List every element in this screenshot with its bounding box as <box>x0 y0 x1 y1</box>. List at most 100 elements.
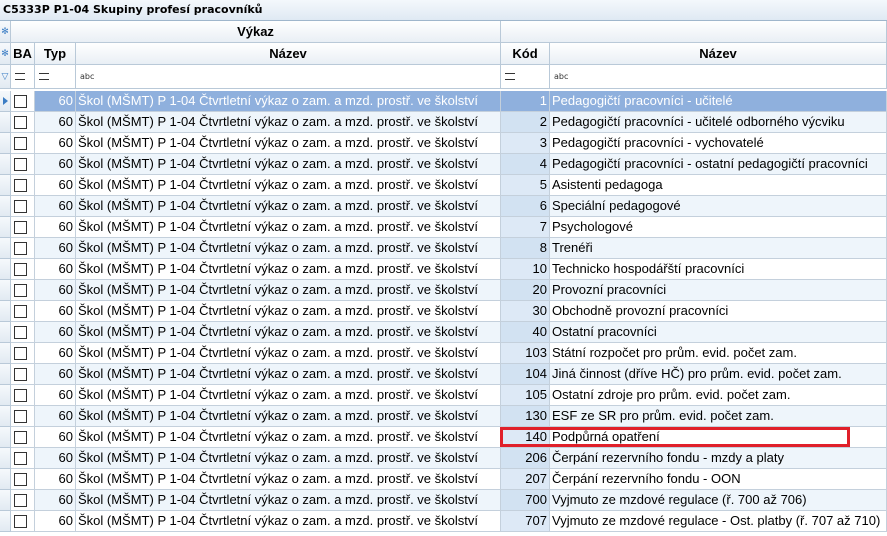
window-title: C5333P P1-04 Skupiny profesí pracovníků <box>3 3 263 16</box>
cell-kod: 105 <box>501 385 550 406</box>
filter-icon[interactable]: ▽ <box>0 65 11 89</box>
ba-checkbox[interactable] <box>14 326 27 339</box>
table-row[interactable]: 60 Škol (MŠMT) P 1-04 Čtvrtletní výkaz o … <box>0 343 887 364</box>
table-row[interactable]: 60 Škol (MŠMT) P 1-04 Čtvrtletní výkaz o … <box>0 427 887 448</box>
table-row[interactable]: 60 Škol (MŠMT) P 1-04 Čtvrtletní výkaz o … <box>0 196 887 217</box>
col-header-kod[interactable]: Kód <box>501 43 550 65</box>
row-indicator[interactable] <box>0 259 11 280</box>
col-header-ba[interactable]: BA <box>11 43 35 65</box>
ba-checkbox[interactable] <box>14 473 27 486</box>
row-indicator[interactable] <box>0 217 11 238</box>
cell-kod: 6 <box>501 196 550 217</box>
table-row[interactable]: 60 Škol (MŠMT) P 1-04 Čtvrtletní výkaz o … <box>0 238 887 259</box>
group-expand-icon[interactable]: ✻ <box>0 21 11 43</box>
table-row[interactable]: 60 Škol (MŠMT) P 1-04 Čtvrtletní výkaz o … <box>0 301 887 322</box>
row-indicator[interactable] <box>0 385 11 406</box>
ba-checkbox[interactable] <box>14 158 27 171</box>
row-indicator[interactable] <box>0 133 11 154</box>
table-row[interactable]: 60 Škol (MŠMT) P 1-04 Čtvrtletní výkaz o … <box>0 490 887 511</box>
table-row[interactable]: 60 Škol (MŠMT) P 1-04 Čtvrtletní výkaz o … <box>0 406 887 427</box>
table-row[interactable]: 60 Škol (MŠMT) P 1-04 Čtvrtletní výkaz o … <box>0 154 887 175</box>
ba-checkbox[interactable] <box>14 494 27 507</box>
filter-row: ▽ abc abc <box>0 65 887 89</box>
row-indicator[interactable] <box>0 238 11 259</box>
ba-checkbox[interactable] <box>14 200 27 213</box>
row-indicator[interactable] <box>0 343 11 364</box>
row-indicator[interactable] <box>0 448 11 469</box>
col-header-nazev[interactable]: Název <box>550 43 887 65</box>
filter-nazev-vykaz[interactable]: abc <box>76 65 501 89</box>
table-row[interactable]: 60 Škol (MŠMT) P 1-04 Čtvrtletní výkaz o … <box>0 364 887 385</box>
ba-checkbox[interactable] <box>14 242 27 255</box>
cell-kod: 30 <box>501 301 550 322</box>
cell-kod: 104 <box>501 364 550 385</box>
col-header-typ[interactable]: Typ <box>35 43 76 65</box>
cell-kod: 103 <box>501 343 550 364</box>
cell-ba <box>11 154 35 175</box>
cell-kod: 2 <box>501 112 550 133</box>
ba-checkbox[interactable] <box>14 389 27 402</box>
ba-checkbox[interactable] <box>14 116 27 129</box>
table-row[interactable]: 60 Škol (MŠMT) P 1-04 Čtvrtletní výkaz o … <box>0 175 887 196</box>
table-row[interactable]: 60 Škol (MŠMT) P 1-04 Čtvrtletní výkaz o … <box>0 91 887 112</box>
table-row[interactable]: 60 Škol (MŠMT) P 1-04 Čtvrtletní výkaz o … <box>0 511 887 532</box>
ba-checkbox[interactable] <box>14 305 27 318</box>
ba-checkbox[interactable] <box>14 368 27 381</box>
row-indicator[interactable] <box>0 427 11 448</box>
ba-checkbox[interactable] <box>14 137 27 150</box>
row-indicator[interactable] <box>0 301 11 322</box>
ba-checkbox[interactable] <box>14 452 27 465</box>
row-indicator[interactable] <box>0 469 11 490</box>
row-indicator[interactable] <box>0 112 11 133</box>
column-header-row: ✻ BA Typ Název Kód Název <box>0 43 887 65</box>
cell-kod: 206 <box>501 448 550 469</box>
column-chooser-icon[interactable]: ✻ <box>0 43 11 65</box>
row-indicator[interactable] <box>0 91 11 112</box>
row-indicator[interactable] <box>0 154 11 175</box>
row-indicator[interactable] <box>0 490 11 511</box>
table-row[interactable]: 60 Škol (MŠMT) P 1-04 Čtvrtletní výkaz o … <box>0 133 887 154</box>
table-row[interactable]: 60 Škol (MŠMT) P 1-04 Čtvrtletní výkaz o … <box>0 112 887 133</box>
table-row[interactable]: 60 Škol (MŠMT) P 1-04 Čtvrtletní výkaz o … <box>0 259 887 280</box>
filter-ba[interactable] <box>11 65 35 89</box>
ba-checkbox[interactable] <box>14 263 27 276</box>
cell-ba <box>11 469 35 490</box>
ba-checkbox[interactable] <box>14 284 27 297</box>
cell-ba <box>11 301 35 322</box>
filter-kod[interactable] <box>501 65 550 89</box>
row-indicator[interactable] <box>0 511 11 532</box>
cell-nazev-vykaz: Škol (MŠMT) P 1-04 Čtvrtletní výkaz o za… <box>76 322 501 343</box>
filter-nazev[interactable]: abc <box>550 65 887 89</box>
cell-nazev: Jiná činnost (dříve HČ) pro prům. evid. … <box>550 364 887 385</box>
equals-icon <box>15 73 25 80</box>
row-indicator[interactable] <box>0 406 11 427</box>
cell-nazev: Pedagogičtí pracovníci - učitelé odborné… <box>550 112 887 133</box>
ba-checkbox[interactable] <box>14 179 27 192</box>
row-indicator[interactable] <box>0 322 11 343</box>
ba-checkbox[interactable] <box>14 95 27 108</box>
row-indicator[interactable] <box>0 364 11 385</box>
row-indicator[interactable] <box>0 175 11 196</box>
cell-typ: 60 <box>35 469 76 490</box>
cell-typ: 60 <box>35 280 76 301</box>
cell-ba <box>11 196 35 217</box>
cell-nazev: Speciální pedagogové <box>550 196 887 217</box>
table-row[interactable]: 60 Škol (MŠMT) P 1-04 Čtvrtletní výkaz o … <box>0 217 887 238</box>
table-row[interactable]: 60 Škol (MŠMT) P 1-04 Čtvrtletní výkaz o … <box>0 448 887 469</box>
table-row[interactable]: 60 Škol (MŠMT) P 1-04 Čtvrtletní výkaz o … <box>0 280 887 301</box>
ba-checkbox[interactable] <box>14 410 27 423</box>
ba-checkbox[interactable] <box>14 347 27 360</box>
table-row[interactable]: 60 Škol (MŠMT) P 1-04 Čtvrtletní výkaz o … <box>0 322 887 343</box>
cell-typ: 60 <box>35 301 76 322</box>
cell-nazev-vykaz: Škol (MŠMT) P 1-04 Čtvrtletní výkaz o za… <box>76 217 501 238</box>
col-header-nazev-vykaz[interactable]: Název <box>76 43 501 65</box>
ba-checkbox[interactable] <box>14 431 27 444</box>
row-indicator[interactable] <box>0 280 11 301</box>
table-row[interactable]: 60 Škol (MŠMT) P 1-04 Čtvrtletní výkaz o … <box>0 385 887 406</box>
ba-checkbox[interactable] <box>14 515 27 528</box>
table-row[interactable]: 60 Škol (MŠMT) P 1-04 Čtvrtletní výkaz o … <box>0 469 887 490</box>
ba-checkbox[interactable] <box>14 221 27 234</box>
filter-typ[interactable] <box>35 65 76 89</box>
row-indicator[interactable] <box>0 196 11 217</box>
cell-nazev-vykaz: Škol (MŠMT) P 1-04 Čtvrtletní výkaz o za… <box>76 427 501 448</box>
